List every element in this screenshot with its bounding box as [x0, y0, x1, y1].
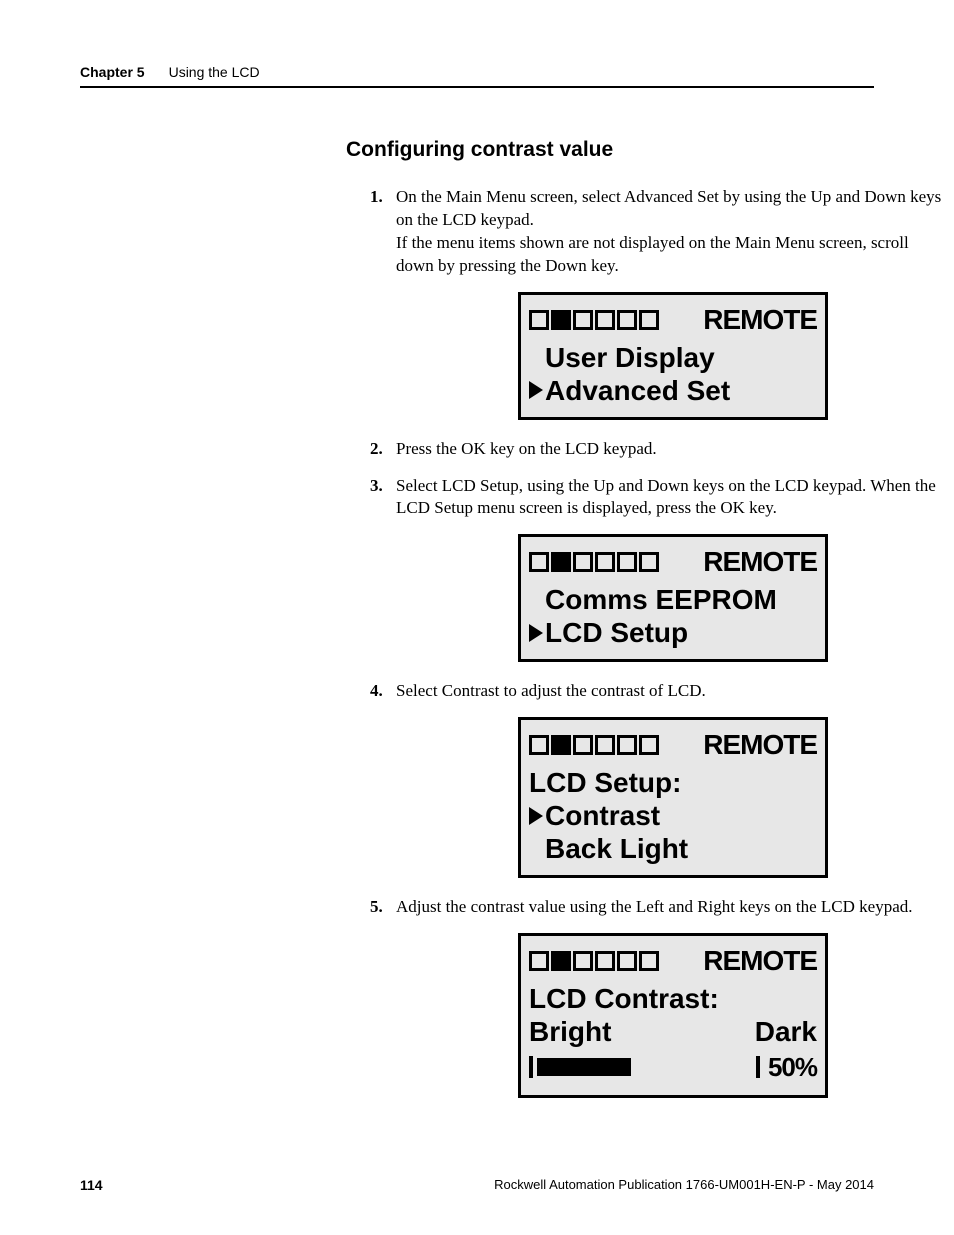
- status-box: [595, 552, 615, 572]
- lcd-row-text: User Display: [545, 341, 715, 374]
- step-item: Select Contrast to adjust the contrast o…: [370, 680, 950, 878]
- status-box: [595, 310, 615, 330]
- step-extra-text: If the menu items shown are not displaye…: [396, 232, 950, 278]
- lcd-row-text: Back Light: [545, 832, 688, 865]
- status-box: [551, 552, 571, 572]
- status-box: [529, 951, 549, 971]
- status-box: [595, 951, 615, 971]
- status-box: [639, 735, 659, 755]
- status-box: [529, 735, 549, 755]
- chapter-label: Chapter 5: [80, 64, 145, 80]
- status-box: [639, 951, 659, 971]
- status-box: [595, 735, 615, 755]
- page-number: 114: [80, 1177, 103, 1193]
- step-item: Press the OK key on the LCD keypad.: [370, 438, 950, 461]
- status-box: [551, 735, 571, 755]
- lcd-row: Contrast: [529, 799, 817, 832]
- remote-label: REMOTE: [703, 301, 817, 339]
- publication-info: Rockwell Automation Publication 1766-UM0…: [494, 1177, 874, 1193]
- step-text: On the Main Menu screen, select Advanced…: [396, 186, 950, 232]
- status-box: [617, 310, 637, 330]
- section-title: Configuring contrast value: [346, 138, 874, 162]
- contrast-bar-row: 50%: [529, 1050, 817, 1085]
- remote-label: REMOTE: [703, 726, 817, 764]
- lcd-screen: REMOTEUser DisplayAdvanced Set: [518, 292, 828, 420]
- lcd-row-text: LCD Setup:: [529, 766, 681, 799]
- status-box: [573, 735, 593, 755]
- lcd-row-text: Comms EEPROM: [545, 583, 777, 616]
- contrast-track: [529, 1056, 760, 1078]
- contrast-fill: [537, 1058, 631, 1076]
- contrast-right-label: Dark: [755, 1015, 817, 1048]
- running-header: Chapter 5 Using the LCD: [80, 64, 874, 88]
- status-box: [529, 552, 549, 572]
- lcd-row: Advanced Set: [529, 374, 817, 407]
- status-box: [551, 951, 571, 971]
- status-box: [551, 310, 571, 330]
- status-box: [617, 951, 637, 971]
- status-box: [573, 310, 593, 330]
- lcd-row-text: LCD Setup: [545, 616, 688, 649]
- caret-icon: [529, 381, 543, 399]
- status-box: [639, 552, 659, 572]
- step-text: Press the OK key on the LCD keypad.: [396, 438, 950, 461]
- chapter-title: Using the LCD: [169, 64, 260, 80]
- contrast-left-label: Bright: [529, 1015, 611, 1048]
- lcd-screen: REMOTEComms EEPROMLCD Setup: [518, 534, 828, 662]
- contrast-labels: Bright Dark: [529, 1015, 817, 1048]
- lcd-row: Back Light: [529, 832, 817, 865]
- page-footer: 114 Rockwell Automation Publication 1766…: [80, 1177, 874, 1193]
- lcd-screen: REMOTE LCD Setup:ContrastBack Light: [518, 717, 828, 878]
- step-item: Adjust the contrast value using the Left…: [370, 896, 950, 1098]
- step-text: Adjust the contrast value using the Left…: [396, 896, 950, 919]
- lcd-row: LCD Setup: [529, 616, 817, 649]
- remote-label: REMOTE: [703, 543, 817, 581]
- status-box: [617, 552, 637, 572]
- lcd-row: LCD Contrast:: [529, 982, 817, 1015]
- status-box: [573, 552, 593, 572]
- remote-label: REMOTE: [703, 942, 817, 980]
- step-item: On the Main Menu screen, select Advanced…: [370, 186, 950, 420]
- lcd-row: LCD Setup:: [529, 766, 817, 799]
- step-text: Select LCD Setup, using the Up and Down …: [396, 475, 950, 521]
- caret-icon: [529, 807, 543, 825]
- step-item: Select LCD Setup, using the Up and Down …: [370, 475, 950, 663]
- status-box: [529, 310, 549, 330]
- status-box: [639, 310, 659, 330]
- caret-icon: [529, 624, 543, 642]
- contrast-percent: 50%: [768, 1050, 817, 1085]
- lcd-row-text: Advanced Set: [545, 374, 730, 407]
- lcd-screen: REMOTELCD Contrast:Bright Dark50%: [518, 933, 828, 1098]
- status-box: [617, 735, 637, 755]
- step-text: Select Contrast to adjust the contrast o…: [396, 680, 950, 703]
- status-boxes: [529, 552, 659, 572]
- content-column: On the Main Menu screen, select Advanced…: [370, 186, 950, 1098]
- lcd-row-text: LCD Contrast:: [529, 982, 719, 1015]
- status-boxes: [529, 951, 659, 971]
- lcd-row-text: Contrast: [545, 799, 660, 832]
- status-box: [573, 951, 593, 971]
- status-boxes: [529, 310, 659, 330]
- status-boxes: [529, 735, 659, 755]
- lcd-row: Comms EEPROM: [529, 583, 817, 616]
- lcd-row: User Display: [529, 341, 817, 374]
- steps-list: On the Main Menu screen, select Advanced…: [370, 186, 950, 1098]
